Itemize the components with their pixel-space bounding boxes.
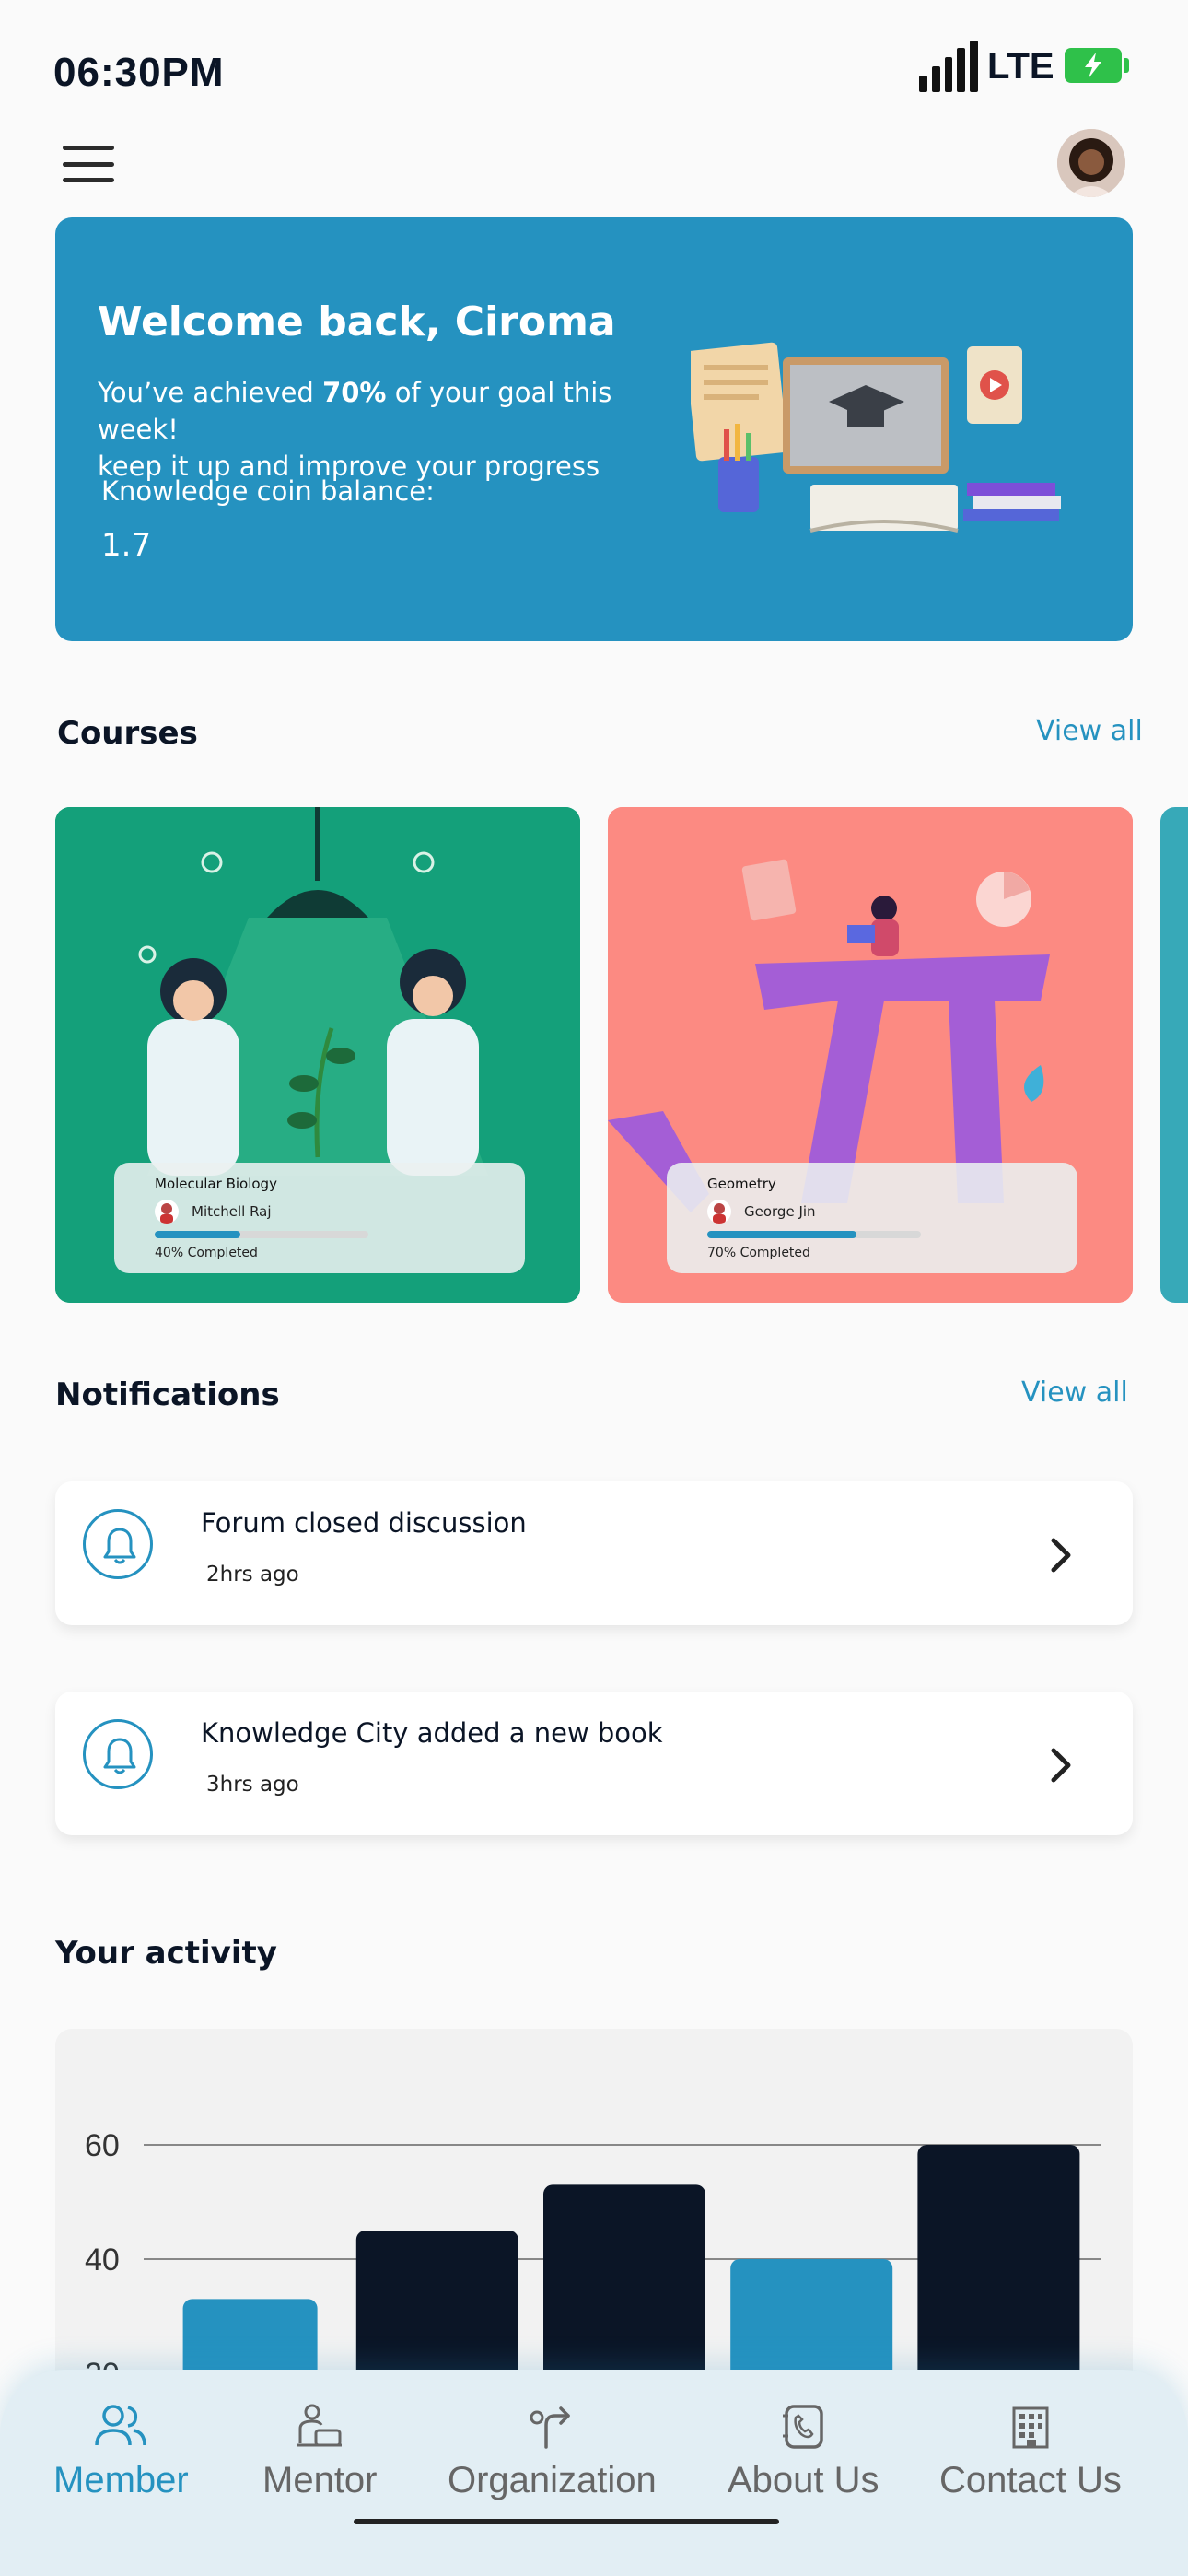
coin-balance-value: 1.7 [101,527,152,564]
nav-label: Member [53,2460,189,2500]
course-progress-label: 40% Completed [155,1246,258,1260]
activity-chart: 604020 [85,2128,1101,2392]
courses-title: Courses [57,715,198,752]
network-label: LTE [987,46,1054,87]
courses-view-all-link[interactable]: View all [1036,715,1143,747]
y-tick-label: 60 [85,2128,120,2163]
mentor-avatar [155,1200,179,1224]
activity-bar [543,2184,705,2392]
chevron-right-icon [1051,1538,1071,1573]
notification-title: Forum closed discussion [201,1507,527,1539]
building-icon [1012,2406,1049,2449]
bottom-navigation: Member Mentor Organization About Us Cont… [0,2370,1188,2576]
nav-member[interactable]: Member [53,2403,189,2501]
users-icon [95,2405,147,2446]
activity-title: Your activity [55,1935,277,1972]
notifications-title: Notifications [55,1376,280,1413]
nav-organization[interactable]: Organization [448,2403,657,2501]
avatar[interactable] [1057,129,1125,197]
course-progress-bar [707,1231,921,1238]
y-tick-label: 40 [85,2242,120,2277]
chevron-right-icon [1051,1748,1071,1783]
notifications-view-all-link[interactable]: View all [1021,1376,1128,1409]
hamburger-menu-icon[interactable] [63,146,114,182]
welcome-banner: Welcome back, Ciroma You’ve achieved 70%… [55,217,1133,641]
welcome-title: Welcome back, Ciroma [98,299,616,345]
signal-icon [919,41,978,92]
course-card[interactable]: Molecular Biology Mitchell Raj 40% Compl… [55,807,580,1303]
course-progress-label: 70% Completed [707,1246,810,1260]
notification-time: 2hrs ago [206,1563,299,1587]
activity-bar [355,2231,518,2392]
nav-label: About Us [728,2460,879,2500]
course-progress-bar [155,1231,368,1238]
course-info-panel: Molecular Biology Mitchell Raj 40% Compl… [114,1163,525,1273]
status-time: 06:30PM [53,50,225,95]
mentor-avatar [707,1200,731,1224]
goal-text: You’ve achieved 70% of your goal this we… [98,377,612,482]
course-card-peek[interactable] [1160,807,1188,1303]
education-illustration [691,342,1061,533]
nav-label: Organization [448,2460,657,2500]
goal-percent: 70% [322,377,387,408]
nav-mentor[interactable]: Mentor [262,2403,378,2501]
mentor-name: Mitchell Raj [192,1203,272,1220]
battery-charging-icon [1065,48,1129,83]
nav-label: Mentor [262,2460,378,2500]
notification-title: Knowledge City added a new book [201,1717,663,1749]
coin-balance-label: Knowledge coin balance: [101,475,435,507]
mentor-name: George Jin [744,1203,816,1220]
notification-item[interactable]: Knowledge City added a new book 3hrs ago [55,1692,1133,1835]
bell-icon [83,1509,153,1579]
course-name: Geometry [707,1176,776,1192]
bell-icon [83,1719,153,1789]
course-card[interactable]: Geometry George Jin 70% Completed [608,807,1133,1303]
course-name: Molecular Biology [155,1176,277,1192]
mentor-icon [297,2404,343,2447]
notification-time: 3hrs ago [206,1773,299,1797]
nav-about-us[interactable]: About Us [728,2403,879,2501]
activity-bar [917,2145,1080,2392]
course-info-panel: Geometry George Jin 70% Completed [667,1163,1077,1273]
phone-book-icon [783,2405,824,2449]
notification-item[interactable]: Forum closed discussion 2hrs ago [55,1481,1133,1625]
nav-contact-us[interactable]: Contact Us [939,2403,1122,2501]
home-indicator [354,2519,779,2524]
activity-chart-card: 604020 [55,2029,1133,2397]
nav-label: Contact Us [939,2460,1122,2500]
share-arrow-icon [530,2406,571,2449]
